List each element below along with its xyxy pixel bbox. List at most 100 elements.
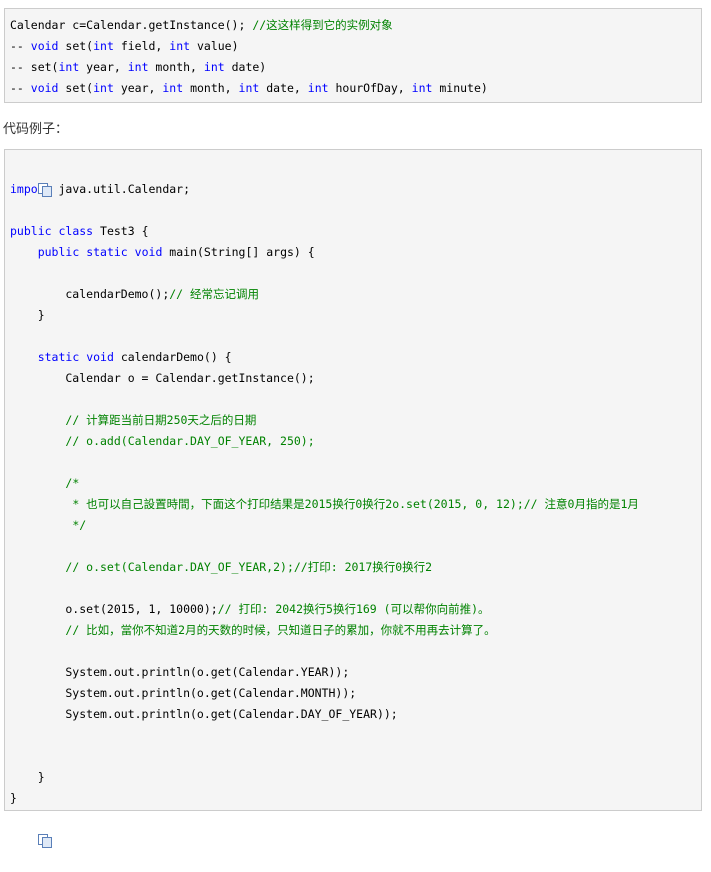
code-keyword: void xyxy=(134,245,163,259)
code-line: // 比如，當你不知道2月的天数的时候，只知道日子的累加，你就不用再去计算了。 xyxy=(10,620,701,641)
code-keyword: int xyxy=(162,81,184,95)
code-text: set( xyxy=(58,39,94,53)
code-keyword: public xyxy=(37,245,80,259)
code-keyword: void xyxy=(86,350,114,364)
code-text: Test3 { xyxy=(93,224,149,238)
code-comment: // 计算距当前日期250天之后的日期 xyxy=(65,413,257,427)
example-label: 代码例子： xyxy=(3,122,69,137)
code-keyword: int xyxy=(169,39,191,53)
code-text: Calendar c=Calendar.getInstance(); xyxy=(10,18,253,32)
code-comment: // 比如，當你不知道2月的天数的时候，只知道日子的累加，你就不用再去计算了。 xyxy=(65,623,496,637)
copy-icon[interactable] xyxy=(37,183,52,197)
code-line: } xyxy=(10,767,701,788)
code-line: System.out.println(o.get(Calendar.MONTH)… xyxy=(10,683,701,704)
example-code-block: import java.util.Calendar; public class T… xyxy=(4,149,702,848)
code-comment: // 打印: 2042换行5换行169 (可以帮你向前推)。 xyxy=(217,602,490,616)
code-comment: // 经常忘记调用 xyxy=(169,287,260,301)
code-keyword: int xyxy=(203,60,225,74)
code-text: } xyxy=(10,791,17,805)
code-comment: /* xyxy=(65,476,80,490)
code-text: -- xyxy=(10,81,31,95)
copy-toolbar-bottom xyxy=(10,809,701,848)
code-line: public static void main(String[] args) { xyxy=(10,242,701,263)
copy-icon[interactable] xyxy=(37,834,52,848)
code-text: date) xyxy=(224,60,267,74)
code-text: main(String[] args) { xyxy=(162,245,315,259)
code-keyword: void xyxy=(30,81,59,95)
code-keyword: int xyxy=(93,81,114,95)
code-keyword: static xyxy=(86,245,128,259)
code-keyword: int xyxy=(307,81,329,95)
api-code-block: Calendar c=Calendar.getInstance(); //这这样… xyxy=(4,8,702,103)
code-text: field, xyxy=(113,39,170,53)
code-text: hourOfDay, xyxy=(328,81,412,95)
code-text: System.out.println(o.get(Calendar.YEAR))… xyxy=(10,665,350,679)
code-keyword: public xyxy=(10,224,52,238)
code-keyword: int xyxy=(58,60,80,74)
code-text: set( xyxy=(58,81,94,95)
code-text: month, xyxy=(148,60,204,74)
code-line: // o.set(Calendar.DAY_OF_YEAR,2);//打印: 2… xyxy=(10,557,701,578)
code-line: * 也可以自己設置時間，下面这个打印结果是2015换行0换行2o.set(201… xyxy=(10,494,701,515)
code-text: java.util.Calendar; xyxy=(51,182,191,196)
code-text: } xyxy=(10,770,45,784)
code-keyword: static xyxy=(37,350,80,364)
code-comment: // o.add(Calendar.DAY_OF_YEAR, 250); xyxy=(65,434,315,448)
code-keyword: void xyxy=(30,39,59,53)
code-line: System.out.println(o.get(Calendar.YEAR))… xyxy=(10,662,701,683)
code-lines: import java.util.Calendar; public class T… xyxy=(10,179,701,809)
code-text: -- xyxy=(10,39,31,53)
code-text: calendarDemo(); xyxy=(10,287,170,301)
code-keyword: int xyxy=(411,81,433,95)
code-line: // o.add(Calendar.DAY_OF_YEAR, 250); xyxy=(10,431,701,452)
code-line: o.set(2015, 1, 10000);// 打印: 2042换行5换行16… xyxy=(10,599,701,620)
code-keyword: class xyxy=(58,224,94,238)
code-text: System.out.println(o.get(Calendar.MONTH)… xyxy=(10,686,357,700)
code-line: -- set(int year, int month, int date) xyxy=(10,57,701,78)
code-comment: //这这样得到它的实例对象 xyxy=(252,18,393,32)
code-comment: // o.set(Calendar.DAY_OF_YEAR,2);//打印: 2… xyxy=(65,560,433,574)
code-text: date, xyxy=(259,81,308,95)
code-text: month, xyxy=(183,81,239,95)
code-text: System.out.println(o.get(Calendar.DAY_OF… xyxy=(10,707,398,721)
code-comment: * 也可以自己設置時間，下面这个打印结果是2015换行0换行2o.set(201… xyxy=(72,497,639,511)
code-line: Calendar o = Calendar.getInstance(); xyxy=(10,368,701,389)
code-line: -- void set(int field, int value) xyxy=(10,36,701,57)
code-line: // 计算距当前日期250天之后的日期 xyxy=(10,410,701,431)
code-line: /* xyxy=(10,473,701,494)
code-line: -- void set(int year, int month, int dat… xyxy=(10,78,701,99)
code-text: minute) xyxy=(432,81,488,95)
code-text: o.set(2015, 1, 10000); xyxy=(10,602,218,616)
code-line: } xyxy=(10,788,701,809)
code-text: } xyxy=(10,308,45,322)
code-line: } xyxy=(10,305,701,326)
code-text: value) xyxy=(190,39,239,53)
code-line: static void calendarDemo() { xyxy=(10,347,701,368)
code-keyword: int xyxy=(238,81,260,95)
code-line: import java.util.Calendar; xyxy=(10,179,701,200)
code-text: year, xyxy=(79,60,128,74)
code-text: Calendar o = Calendar.getInstance(); xyxy=(10,371,315,385)
code-text: -- set( xyxy=(10,60,59,74)
code-text: calendarDemo() { xyxy=(113,350,232,364)
code-keyword: int xyxy=(127,60,149,74)
code-line: System.out.println(o.get(Calendar.DAY_OF… xyxy=(10,704,701,725)
